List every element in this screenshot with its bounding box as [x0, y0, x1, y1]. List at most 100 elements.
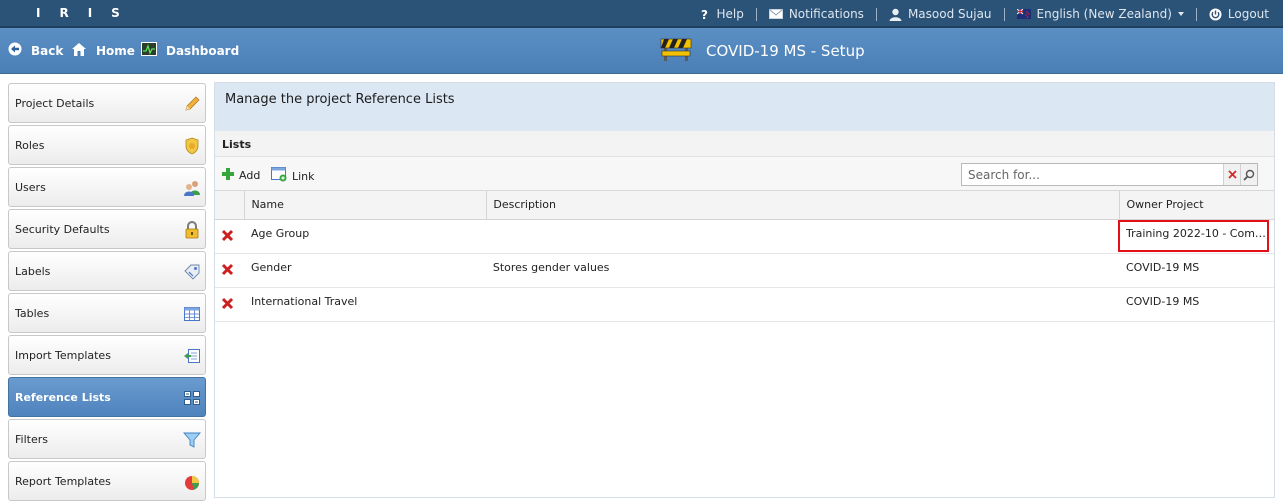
labels-icon: [183, 263, 201, 281]
reference-lists-table: Name Description Owner Project Age Group…: [215, 191, 1274, 322]
sidebar-item-label: Filters: [15, 433, 48, 446]
language-label: English (New Zealand): [1036, 7, 1172, 21]
description-cell: [486, 219, 1120, 254]
user-name: Masood Sujau: [907, 7, 992, 21]
envelope-icon: [768, 9, 783, 19]
table-header-row: Name Description Owner Project: [215, 191, 1274, 220]
table-icon: [183, 305, 201, 323]
notifications-label: Notifications: [788, 7, 864, 21]
toolbar: Add Link: [215, 157, 1274, 191]
home-label: Home: [96, 44, 135, 58]
sidebar-item-labels[interactable]: Labels: [8, 251, 206, 291]
table-row[interactable]: Gender Stores gender values COVID-19 MS: [215, 253, 1274, 288]
home-button[interactable]: Home: [71, 42, 135, 60]
search-input[interactable]: [962, 164, 1223, 185]
nz-flag-icon: [1016, 9, 1031, 19]
search-button[interactable]: [1240, 164, 1257, 185]
import-icon: [183, 347, 201, 365]
page-title-text: COVID-19 MS - Setup: [706, 42, 865, 60]
power-icon: [1209, 8, 1222, 21]
sidebar-item-users[interactable]: Users: [8, 167, 206, 207]
nav-bar: Back Home Dashboard COVID-19 MS - Setup: [0, 28, 1283, 74]
back-label: Back: [31, 43, 64, 58]
sidebar-item-project-details[interactable]: Project Details: [8, 83, 206, 123]
link-icon: [271, 167, 288, 185]
svg-text:?: ?: [701, 8, 708, 20]
app-logo: IRIS: [36, 6, 139, 20]
section-title: Lists: [215, 131, 1274, 157]
reference-list-icon: [183, 389, 201, 407]
sidebar: Project Details Roles Users Security Def…: [8, 83, 206, 503]
lock-icon: [183, 221, 201, 239]
name-cell: Age Group: [244, 219, 487, 254]
sidebar-item-report-templates[interactable]: Report Templates: [8, 461, 206, 501]
help-icon: ?: [700, 8, 710, 20]
search-icon: [1243, 169, 1255, 181]
plus-icon: [221, 167, 235, 184]
sidebar-item-label: Project Details: [15, 97, 95, 110]
user-icon: [889, 8, 902, 21]
sidebar-item-label: Roles: [15, 139, 45, 152]
owner-text: COVID-19 MS: [1125, 260, 1200, 274]
sidebar-item-label: Reference Lists: [15, 391, 111, 404]
page-title: COVID-19 MS - Setup: [660, 35, 865, 67]
link-label: Link: [292, 169, 315, 183]
sidebar-item-label: Security Defaults: [15, 223, 110, 236]
delete-icon[interactable]: [221, 229, 234, 245]
delete-cell: [215, 287, 245, 322]
description-column-header[interactable]: Description: [486, 191, 1121, 220]
chevron-down-icon: [1177, 12, 1184, 16]
home-icon: [71, 42, 87, 60]
notifications-link[interactable]: Notifications: [757, 7, 876, 21]
top-nav: ? Help Notifications Masood Sujau Englis…: [688, 0, 1283, 28]
lists-panel: Lists Add Link: [215, 131, 1274, 191]
language-select[interactable]: English (New Zealand): [1005, 7, 1196, 21]
content-header: Manage the project Reference Lists: [215, 83, 1274, 131]
sidebar-item-security-defaults[interactable]: Security Defaults: [8, 209, 206, 249]
clear-search-button[interactable]: [1223, 164, 1240, 185]
main-content: Manage the project Reference Lists Lists…: [214, 82, 1275, 498]
sidebar-item-label: Report Templates: [15, 475, 111, 488]
sidebar-item-tables[interactable]: Tables: [8, 293, 206, 333]
search-box: [961, 163, 1258, 186]
link-button[interactable]: Link: [271, 167, 315, 185]
owner-column-header[interactable]: Owner Project: [1119, 191, 1274, 220]
name-cell: International Travel: [244, 287, 487, 322]
delete-cell: [215, 253, 245, 288]
dashboard-button[interactable]: Dashboard: [141, 42, 239, 59]
delete-column-header: [215, 191, 246, 220]
badge-icon: [183, 137, 201, 155]
table-row[interactable]: International Travel COVID-19 MS: [215, 287, 1274, 322]
help-label: Help: [716, 7, 744, 21]
sidebar-item-label: Import Templates: [15, 349, 111, 362]
name-column-header[interactable]: Name: [244, 191, 488, 220]
owner-cell: Training 2022-10 - Commo...: [1117, 219, 1274, 254]
table-row[interactable]: Age Group Training 2022-10 - Commo...: [215, 219, 1274, 254]
filter-icon: [183, 431, 201, 449]
owner-cell: COVID-19 MS: [1119, 287, 1274, 322]
report-icon: [183, 473, 201, 491]
construction-barrier-icon: [660, 35, 692, 67]
back-arrow-icon: [8, 42, 22, 59]
delete-icon[interactable]: [221, 297, 234, 313]
description-cell: Stores gender values: [486, 253, 1120, 288]
users-icon: [183, 179, 201, 197]
help-link[interactable]: ? Help: [688, 7, 755, 21]
dashboard-icon: [141, 42, 157, 59]
back-button[interactable]: Back: [8, 42, 63, 59]
sidebar-item-roles[interactable]: Roles: [8, 125, 206, 165]
description-cell: [486, 287, 1120, 322]
user-menu[interactable]: Masood Sujau: [877, 7, 1004, 21]
sidebar-item-import-templates[interactable]: Import Templates: [8, 335, 206, 375]
owner-cell: COVID-19 MS: [1119, 253, 1274, 288]
add-button[interactable]: Add: [221, 167, 260, 184]
sidebar-item-reference-lists[interactable]: Reference Lists: [8, 377, 206, 417]
add-label: Add: [239, 169, 261, 182]
delete-icon[interactable]: [221, 263, 234, 279]
highlight-box: [1117, 219, 1269, 252]
sidebar-item-filters[interactable]: Filters: [8, 419, 206, 459]
sidebar-item-label: Tables: [15, 307, 50, 320]
logout-label: Logout: [1227, 7, 1269, 21]
logout-link[interactable]: Logout: [1197, 7, 1283, 21]
dashboard-label: Dashboard: [166, 43, 240, 58]
